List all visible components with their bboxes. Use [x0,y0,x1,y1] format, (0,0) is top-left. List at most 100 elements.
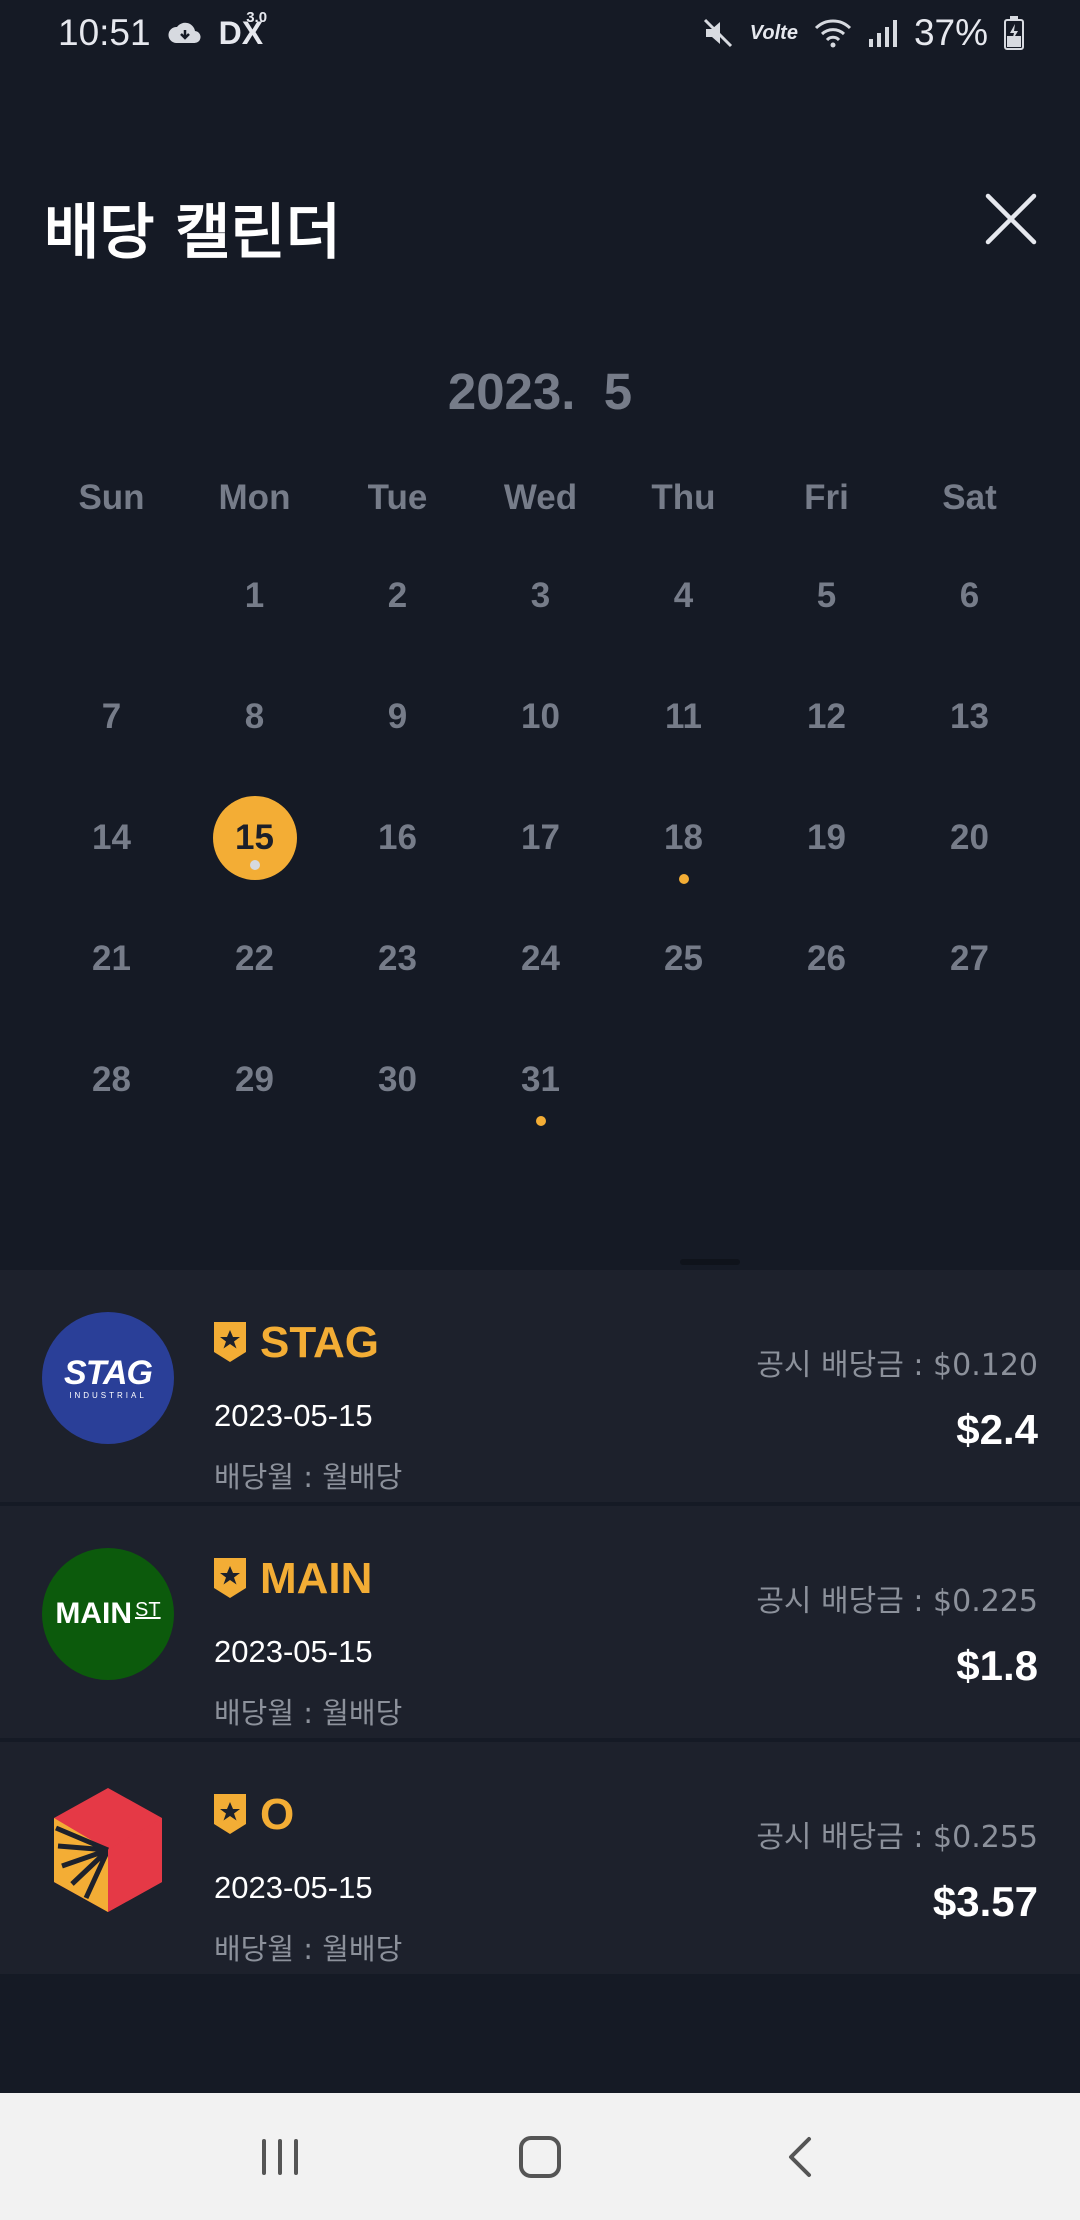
dividend-date: 2023-05-15 [214,1870,373,1905]
dividend-amount: $2.4 [956,1406,1038,1453]
calendar-day-number: 9 [387,697,408,736]
calendar-day-number: 28 [92,1060,131,1099]
status-time: 10:51 [58,12,151,53]
weekday-label: Mon [218,478,291,517]
calendar-day[interactable]: 13 [898,677,1041,757]
favorite-badge-icon[interactable] [214,1794,246,1834]
calendar-day[interactable]: 7 [40,677,183,757]
dividend-amount: $1.8 [956,1642,1038,1689]
calendar-day-number: 22 [235,939,274,978]
weekday-label: Sun [78,478,145,517]
weekday-label: Thu [651,478,716,517]
calendar-day[interactable]: 6 [898,556,1041,636]
calendar-day-number: 17 [521,818,560,857]
calendar-day-number: 16 [378,818,417,857]
dividend-date: 2023-05-15 [214,1634,373,1669]
cloud-icon [167,19,203,47]
calendar-blank [40,556,183,677]
calendar-day-number: 24 [521,939,560,978]
recent-apps-button[interactable] [240,2117,320,2197]
calendar-day[interactable]: 28 [40,1040,183,1120]
main-logo: MAIN ST [42,1548,174,1680]
weekday-label: Fri [804,478,849,517]
calendar-day-number: 7 [101,697,122,736]
dividend-item-main[interactable]: MAIN ST MAIN 2023-05-15 배당월 : 월배당 공시 배당금… [0,1506,1080,1738]
ticker-symbol: O [260,1790,295,1839]
status-right: Volte 37% [702,12,1024,54]
calendar-day[interactable]: 16 [326,798,469,878]
weekday-label: Tue [367,478,428,517]
calendar-day[interactable]: 26 [755,919,898,999]
calendar-day-number: 4 [673,576,694,615]
calendar-day-number: 3 [530,576,551,615]
calendar-day[interactable]: 18 [612,798,755,884]
dividend-month-type: 배당월 : 월배당 [214,1696,403,1730]
dividend-list: STAG INDUSTRIAL STAG 2023-05-15 배당월 : 월배… [0,1270,1080,1978]
battery-percent: 37% [913,12,988,53]
calendar-day[interactable]: 8 [183,677,326,757]
main-logo-subtext: ST [135,1598,161,1621]
signal-icon [868,19,898,47]
calendar-day[interactable]: 23 [326,919,469,999]
calendar-month-label[interactable]: 2023. 5 [0,362,1080,421]
calendar-day[interactable]: 3 [469,556,612,636]
calendar-day[interactable]: 17 [469,798,612,878]
home-button[interactable] [500,2117,580,2197]
back-icon [789,2136,811,2177]
status-bar: 10:51 DX 3.0 Volte 37% [0,0,1080,66]
calendar-day[interactable]: 24 [469,919,612,999]
calendar-day-selected[interactable]: 15 [183,796,326,880]
dividend-item-stag[interactable]: STAG INDUSTRIAL STAG 2023-05-15 배당월 : 월배… [0,1270,1080,1502]
calendar-day[interactable]: 21 [40,919,183,999]
wifi-icon [814,18,852,48]
realty-income-logo [42,1784,174,1916]
dividend-item-o[interactable]: O 2023-05-15 배당월 : 월배당 공시 배당금 : $0.255 $… [0,1742,1080,1974]
calendar-day-number: 20 [950,818,989,857]
calendar-day[interactable]: 12 [755,677,898,757]
calendar-day[interactable]: 11 [612,677,755,757]
calendar-day-number: 6 [959,576,980,615]
ticker-symbol: STAG [260,1318,379,1367]
calendar-day[interactable]: 1 [183,556,326,636]
calendar-day[interactable]: 25 [612,919,755,999]
calendar-day-number: 19 [807,818,846,857]
back-button[interactable] [760,2117,840,2197]
calendar-day[interactable]: 5 [755,556,898,636]
calendar-day-number: 30 [378,1060,417,1099]
page-title: 배당 캘린더 [44,198,341,268]
calendar-day-number: 5 [816,576,837,615]
calendar-day[interactable]: 29 [183,1040,326,1120]
dividend-date: 2023-05-15 [214,1398,373,1433]
calendar-day[interactable]: 2 [326,556,469,636]
volte-label: Volte [749,21,798,44]
calendar-day[interactable]: 19 [755,798,898,878]
calendar-grid: 1 2 3 4 5 6 7 8 9 10 11 12 13 14 15 16 17 18 19 20 21 22 23 24 2… [40,556,1041,1161]
system-nav-bar [0,2093,1080,2220]
calendar-day[interactable]: 4 [612,556,755,636]
calendar-day-number: 15 [235,818,274,857]
dx-icon: DX 3.0 [219,9,267,52]
sheet-drag-handle[interactable] [680,1259,740,1265]
calendar-day[interactable]: 30 [326,1040,469,1120]
announced-dividend: 공시 배당금 : $0.120 [756,1348,1038,1383]
calendar-day-number: 8 [244,697,265,736]
calendar-day[interactable]: 20 [898,798,1041,878]
calendar-day-number: 23 [378,939,417,978]
favorite-badge-icon[interactable] [214,1322,246,1362]
close-button[interactable] [980,188,1042,250]
stag-logo: STAG INDUSTRIAL [42,1312,174,1444]
calendar-day-number: 2 [387,576,408,615]
calendar-day[interactable]: 22 [183,919,326,999]
calendar-day[interactable]: 31 [469,1040,612,1126]
calendar-day-number: 11 [665,697,702,736]
calendar-day[interactable]: 10 [469,677,612,757]
calendar-day[interactable]: 27 [898,919,1041,999]
dividend-amount: $3.57 [932,1878,1038,1925]
calendar-day[interactable]: 14 [40,798,183,878]
mute-icon [702,17,734,49]
calendar-day-number: 14 [92,818,131,857]
favorite-badge-icon[interactable] [214,1558,246,1598]
announced-dividend: 공시 배당금 : $0.225 [756,1584,1038,1619]
calendar-day[interactable]: 9 [326,677,469,757]
status-left: 10:51 DX 3.0 [58,9,267,54]
